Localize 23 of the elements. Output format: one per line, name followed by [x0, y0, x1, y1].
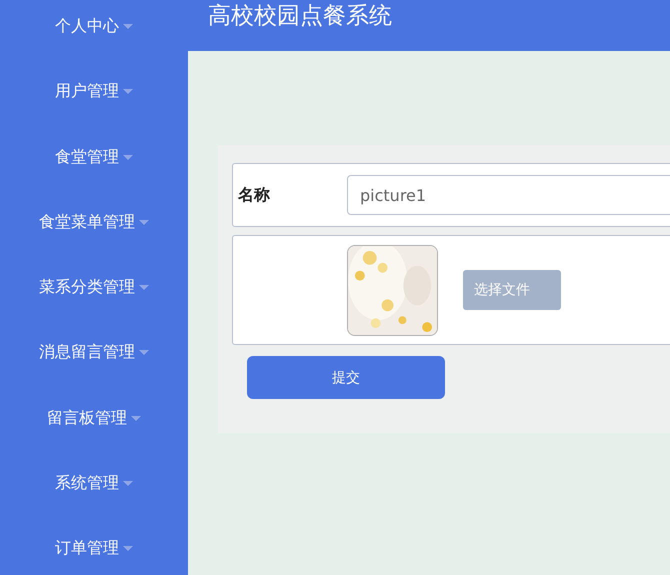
caret-icon — [131, 416, 141, 421]
submit-button[interactable]: 提交 — [247, 356, 445, 399]
name-input-field[interactable]: picture1 — [347, 175, 670, 215]
sidebar-menu-item[interactable]: 菜系分类管理 — [39, 273, 135, 302]
sidebar-menu-item[interactable]: 留言板管理 — [47, 404, 127, 432]
caret-icon — [139, 285, 149, 290]
caret-icon — [139, 350, 149, 356]
sidebar-menu-item[interactable]: 食堂菜单管理 — [39, 208, 135, 236]
sidebar-menu-item[interactable]: 个人中心 — [55, 12, 119, 40]
caret-icon — [123, 154, 133, 160]
sidebar-menu-item[interactable]: 消息留言管理 — [39, 338, 135, 366]
app-title: 高校校园点餐系统 — [208, 2, 392, 31]
field-label: 名称 — [236, 184, 271, 206]
choose-file-button[interactable]: 选择文件 — [463, 270, 561, 310]
caret-icon — [123, 89, 133, 94]
caret-icon — [123, 546, 133, 552]
sidebar-menu-item[interactable]: 系统管理 — [55, 469, 119, 498]
caret-icon — [139, 220, 149, 225]
caret-icon — [123, 481, 133, 486]
sidebar-menu-item[interactable]: 订单管理 — [55, 534, 119, 562]
caret-icon — [123, 24, 133, 29]
sidebar-menu-item[interactable]: 食堂管理 — [55, 142, 119, 171]
sidebar-menu-item[interactable]: 用户管理 — [55, 77, 119, 106]
